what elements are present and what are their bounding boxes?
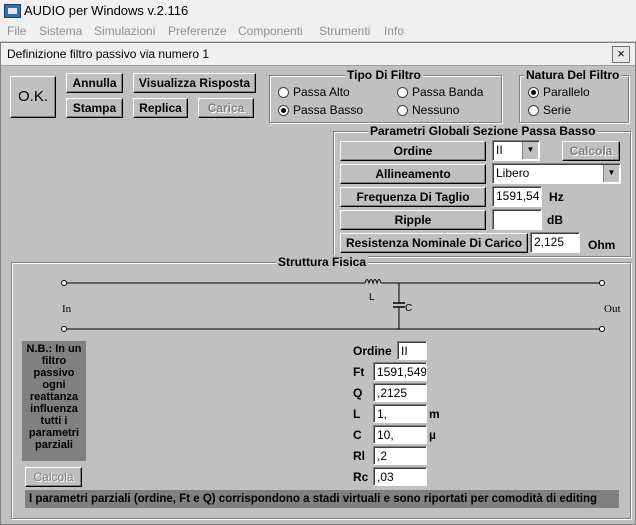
partial-rl-label: Rl (353, 449, 365, 463)
resistenza-carico-button[interactable]: Resistenza Nominale Di Carico (340, 233, 528, 253)
radio-passa-basso[interactable]: Passa Basso (278, 103, 363, 117)
partial-l-input[interactable]: 1, (373, 404, 427, 423)
chevron-down-icon[interactable]: ▼ (603, 165, 619, 182)
partial-ordine-input[interactable]: II (397, 341, 427, 360)
partial-ordine-label: Ordine (353, 344, 392, 358)
nb-note: N.B.: In un filtro passivo ogni reattanz… (22, 341, 86, 461)
radio-nessuno[interactable]: Nessuno (397, 103, 459, 117)
menu-simulazioni[interactable]: Simulazioni (94, 24, 155, 38)
filter-dialog: Definizione filtro passivo via numero 1 … (0, 42, 636, 525)
ripple-unit: dB (547, 213, 563, 227)
radio-parallelo[interactable]: Parallelo (528, 85, 590, 99)
input-terminal-bottom (61, 326, 67, 332)
radio-selected-icon (528, 86, 539, 98)
parametri-title: Parametri Globali Sezione Passa Basso (368, 124, 598, 138)
menu-sistema[interactable]: Sistema (39, 24, 82, 38)
radio-icon (397, 104, 408, 116)
partial-c-label: C (353, 428, 362, 442)
parametri-globali-group: Parametri Globali Sezione Passa Basso Or… (333, 124, 631, 257)
radio-selected-icon (278, 104, 289, 116)
partial-q-label: Q (353, 386, 363, 400)
in-label: In (62, 303, 72, 315)
footer-note: I parametri parziali (ordine, Ft e Q) co… (25, 490, 619, 508)
ripple-input[interactable] (492, 209, 542, 230)
annulla-button[interactable]: Annulla (66, 73, 123, 93)
app-icon (4, 4, 21, 18)
partial-l-label: L (353, 407, 361, 421)
window-title-bar: AUDIO per Windows v.2.116 (0, 0, 636, 23)
stampa-button[interactable]: Stampa (66, 98, 123, 118)
dialog-title: Definizione filtro passivo via numero 1 (7, 47, 210, 61)
menu-bar: File Sistema Simulazioni Preferenze Comp… (0, 22, 636, 42)
visualizza-risposta-button[interactable]: Visualizza Risposta (133, 73, 256, 93)
frequenza-unit: Hz (549, 190, 564, 204)
input-terminal-top (61, 280, 67, 286)
partial-c-unit: µ (429, 428, 436, 442)
circuit-schematic (61, 279, 605, 332)
tipo-filtro-title: Tipo Di Filtro (345, 68, 423, 82)
close-icon[interactable]: × (612, 46, 630, 63)
window-title: AUDIO per Windows v.2.116 (24, 3, 189, 18)
dialog-title-bar: Definizione filtro passivo via numero 1 … (1, 43, 635, 66)
frequenza-taglio-button[interactable]: Frequenza Di Taglio (340, 187, 486, 207)
out-label: Out (604, 303, 621, 315)
partial-rc-input[interactable]: ,03 (373, 467, 427, 486)
menu-componenti[interactable]: Componenti (238, 24, 303, 38)
capacitor-label: C (405, 303, 413, 314)
allineamento-combo[interactable]: Libero ▼ (492, 163, 621, 184)
radio-icon (278, 86, 289, 98)
partial-rl-input[interactable]: ,2 (373, 446, 427, 465)
tipo-filtro-group: Tipo Di Filtro Passa Alto Passa Banda Pa… (269, 68, 502, 123)
radio-icon (528, 104, 539, 116)
resistenza-input[interactable]: 2,125 (530, 232, 580, 253)
partial-ft-input[interactable]: 1591,549 (373, 362, 427, 381)
partial-rc-label: Rc (353, 470, 369, 484)
ordine-combo[interactable]: II ▼ (492, 140, 540, 161)
menu-file[interactable]: File (7, 24, 26, 38)
radio-passa-alto[interactable]: Passa Alto (278, 85, 350, 99)
calcola-button[interactable]: Calcola (562, 141, 620, 161)
radio-serie[interactable]: Serie (528, 103, 571, 117)
natura-filtro-group: Natura Del Filtro Parallelo Serie (519, 68, 629, 123)
partial-c-input[interactable]: 10, (373, 425, 427, 444)
frequenza-input[interactable]: 1591,54 (492, 186, 542, 207)
menu-strumenti[interactable]: Strumenti (319, 24, 370, 38)
partial-ft-label: Ft (353, 365, 365, 379)
partial-l-unit: m (429, 407, 440, 421)
menu-info[interactable]: Info (384, 24, 404, 38)
menu-preferenze[interactable]: Preferenze (168, 24, 227, 38)
radio-icon (397, 86, 408, 98)
ordine-button[interactable]: Ordine (340, 141, 486, 161)
output-terminal-bottom (599, 326, 605, 332)
inductor-icon (364, 279, 382, 285)
radio-passa-banda[interactable]: Passa Banda (397, 85, 483, 99)
replica-button[interactable]: Replica (133, 98, 188, 118)
calcola-struttura-button[interactable]: Calcola (25, 467, 82, 487)
carica-button[interactable]: Carica (198, 98, 254, 118)
ripple-button[interactable]: Ripple (340, 210, 486, 230)
partial-q-input[interactable]: ,2125 (373, 383, 427, 402)
ok-button[interactable]: O.K. (10, 76, 56, 118)
allineamento-button[interactable]: Allineamento (340, 164, 486, 184)
chevron-down-icon[interactable]: ▼ (522, 142, 538, 159)
natura-filtro-title: Natura Del Filtro (524, 68, 622, 82)
resistenza-unit: Ohm (588, 238, 616, 252)
output-terminal-top (599, 280, 605, 286)
struttura-fisica-group: Struttura Fisica In Out L C (11, 255, 631, 519)
inductor-label: L (369, 292, 375, 303)
